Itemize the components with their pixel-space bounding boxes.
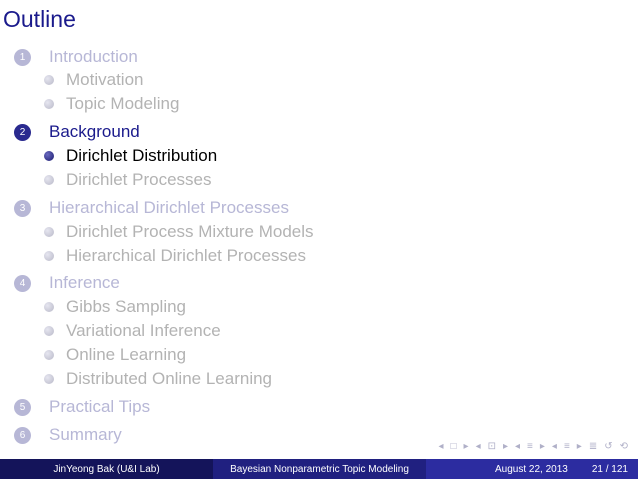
bullet-icon <box>44 99 54 109</box>
subsection-dirichlet-processes[interactable]: Dirichlet Processes <box>44 169 212 191</box>
bullet-icon <box>44 350 54 360</box>
frame-title: Outline <box>3 6 76 32</box>
section-label: Background <box>49 122 140 141</box>
footer-date: August 22, 2013 <box>495 463 568 475</box>
nav-frame-icon[interactable]: ⊡ <box>488 441 496 452</box>
nav-slide-icon[interactable]: □ <box>450 441 456 452</box>
section-practical-tips[interactable]: 5 Practical Tips <box>14 396 150 418</box>
subsection-label: Gibbs Sampling <box>66 297 187 316</box>
bullet-icon <box>44 326 54 336</box>
nav-prev-section-icon[interactable]: ◂ <box>552 441 557 452</box>
section-number: 4 <box>14 274 31 292</box>
subsection-label: Distributed Online Learning <box>66 369 273 388</box>
bullet-icon <box>44 302 54 312</box>
section-number: 1 <box>14 48 31 66</box>
subsection-label: Online Learning <box>66 345 187 364</box>
subsection-motivation[interactable]: Motivation <box>44 69 143 91</box>
footer-right: August 22, 2013 21 / 121 <box>426 459 638 479</box>
section-hdp[interactable]: 3 Hierarchical Dirichlet Processes <box>14 197 289 219</box>
subsection-label: Dirichlet Distribution <box>66 146 218 165</box>
section-summary[interactable]: 6 Summary <box>14 424 122 446</box>
nav-prev-slide-icon[interactable]: ◂ <box>438 441 443 452</box>
section-introduction[interactable]: 1 Introduction <box>14 46 138 68</box>
section-number: 2 <box>14 123 31 141</box>
footer-page-number: 21 / 121 <box>591 463 628 475</box>
section-number: 6 <box>14 426 31 444</box>
nav-search-icon[interactable]: ⟲ <box>620 441 628 452</box>
nav-prev-frame-icon[interactable]: ◂ <box>476 441 481 452</box>
bullet-icon <box>44 151 54 161</box>
subsection-online-learning[interactable]: Online Learning <box>44 344 186 366</box>
beamer-navigation-bar: ◂ □ ▸ ◂ ⊡ ▸ ◂ ≡ ▸ ◂ ≡ ▸ ≣ ↺ ⟲ <box>438 441 628 452</box>
nav-section-icon[interactable]: ≡ <box>564 441 570 452</box>
subsection-variational-inference[interactable]: Variational Inference <box>44 320 221 342</box>
slide-footer: JinYeong Bak (U&I Lab) Bayesian Nonparam… <box>0 459 638 479</box>
footer-author: JinYeong Bak (U&I Lab) <box>0 459 213 479</box>
subsection-label: Dirichlet Process Mixture Models <box>66 222 314 241</box>
nav-next-slide-icon[interactable]: ▸ <box>464 441 469 452</box>
subsection-label: Motivation <box>66 70 144 89</box>
section-label: Summary <box>49 425 122 444</box>
subsection-dpmm[interactable]: Dirichlet Process Mixture Models <box>44 221 314 243</box>
subsection-label: Dirichlet Processes <box>66 170 212 189</box>
bullet-icon <box>44 227 54 237</box>
section-label: Practical Tips <box>49 397 151 416</box>
subsection-topic-modeling[interactable]: Topic Modeling <box>44 93 179 115</box>
subsection-gibbs-sampling[interactable]: Gibbs Sampling <box>44 296 186 318</box>
subsection-label: Hierarchical Dirichlet Processes <box>66 246 306 265</box>
subsection-hdp[interactable]: Hierarchical Dirichlet Processes <box>44 245 306 267</box>
subsection-label: Topic Modeling <box>66 94 180 113</box>
section-label: Introduction <box>49 47 138 66</box>
nav-next-subsection-icon[interactable]: ▸ <box>540 441 545 452</box>
nav-back-icon[interactable]: ↺ <box>604 441 612 452</box>
subsection-distributed-online-learning[interactable]: Distributed Online Learning <box>44 368 272 390</box>
subsection-dirichlet-distribution[interactable]: Dirichlet Distribution <box>44 145 217 167</box>
bullet-icon <box>44 374 54 384</box>
section-inference[interactable]: 4 Inference <box>14 272 120 294</box>
section-label: Inference <box>49 273 120 292</box>
bullet-icon <box>44 251 54 261</box>
section-label: Hierarchical Dirichlet Processes <box>49 198 289 217</box>
nav-next-section-icon[interactable]: ▸ <box>577 441 582 452</box>
bullet-icon <box>44 175 54 185</box>
bullet-icon <box>44 75 54 85</box>
footer-title: Bayesian Nonparametric Topic Modeling <box>213 459 426 479</box>
section-background[interactable]: 2 Background <box>14 121 140 143</box>
nav-prev-subsection-icon[interactable]: ◂ <box>515 441 520 452</box>
nav-appendix-icon[interactable]: ≣ <box>589 441 597 452</box>
nav-next-frame-icon[interactable]: ▸ <box>503 441 508 452</box>
section-number: 5 <box>14 398 31 416</box>
nav-subsection-icon[interactable]: ≡ <box>527 441 533 452</box>
subsection-label: Variational Inference <box>66 321 221 340</box>
section-number: 3 <box>14 199 31 217</box>
